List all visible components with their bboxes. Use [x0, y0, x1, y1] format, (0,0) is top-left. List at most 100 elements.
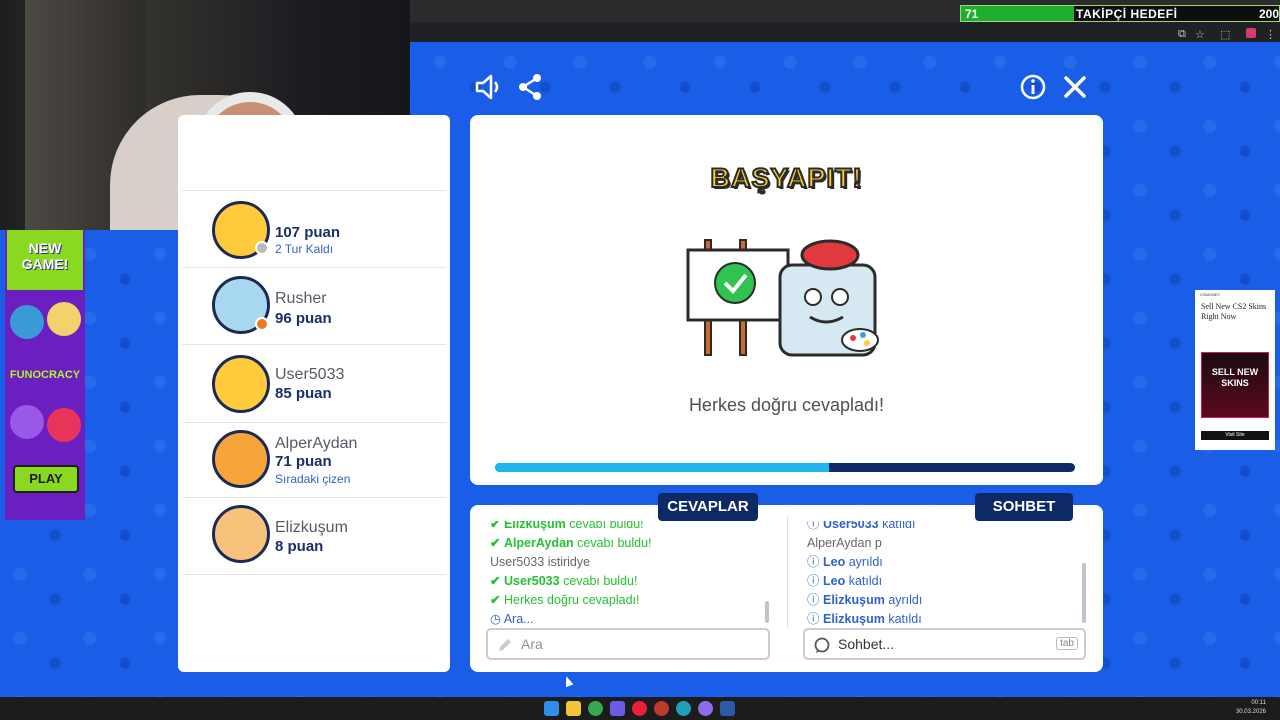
player-name: User5033	[275, 366, 345, 383]
chat-entry: ⓘ Leo katıldı	[807, 574, 883, 588]
chat-bubble-icon	[814, 637, 830, 653]
ad-image: SELL NEW SKINS	[1201, 352, 1269, 418]
chat-entry: ⓘ Elizkuşum ayrıldı	[807, 593, 923, 607]
log-entry: ✔ User5033 cevabı buldu!	[490, 574, 638, 588]
chat-input[interactable]: Sohbet... tab	[803, 628, 1086, 660]
ad-brand: FUNOCRACY	[9, 369, 81, 381]
app-icon[interactable]	[610, 701, 625, 716]
player-row[interactable]: Elizkuşum 8 puan	[182, 499, 446, 575]
chat-entry: ⓘ User5033 katıldı	[807, 517, 916, 531]
browser-icon[interactable]	[654, 701, 669, 716]
player-status-dot	[255, 241, 269, 255]
clock[interactable]: 00:11 30.03.2026	[1236, 699, 1266, 717]
player-avatar	[212, 355, 270, 413]
chat-entry: ⓘ Elizkuşum katıldı	[807, 612, 922, 626]
file-explorer-icon[interactable]	[566, 701, 581, 716]
log-entry: ◷ Ara...	[490, 612, 534, 626]
answer-input[interactable]: Ara	[486, 628, 770, 660]
bookmark-star-icon[interactable]: ☆	[1195, 28, 1205, 41]
player-points: 71 puan	[275, 453, 332, 470]
ad-thumbs-icon	[10, 305, 44, 339]
tab-key-hint: tab	[1056, 637, 1078, 650]
info-icon: ⓘ	[807, 555, 820, 569]
player-points: 107 puan	[275, 224, 341, 241]
info-icon[interactable]	[1018, 72, 1048, 102]
clock-time: 00:11	[1251, 700, 1266, 706]
info-icon: ⓘ	[807, 517, 820, 531]
player-note: 2 Tur Kaldı	[275, 242, 334, 256]
answers-log: ✔ Elizkuşum cevabı buldu! ✔ AlperAydan c…	[490, 517, 652, 629]
player-row[interactable]: Rusher 96 puan	[182, 269, 446, 345]
chrome-icon[interactable]	[588, 701, 603, 716]
chat-tab[interactable]: SOHBET	[975, 493, 1073, 521]
log-entry: User5033 istiridye	[490, 555, 591, 569]
ad-title: Sell New CS2 Skins Right Now	[1201, 302, 1267, 321]
player-row-divider	[182, 190, 446, 191]
player-name: AlperAydan	[275, 435, 358, 452]
chat-scrollbar[interactable]	[1082, 563, 1086, 623]
player-name: Elizkuşum	[275, 519, 348, 536]
chat-entry: ⓘ Leo ayrıldı	[807, 555, 883, 569]
clock-date: 30.03.2026	[1235, 709, 1266, 715]
player-avatar	[212, 505, 270, 563]
result-headline: BAŞYAPIT!	[709, 162, 863, 194]
ad-emoji-icon	[47, 408, 81, 442]
clock-icon: ◷	[490, 612, 501, 626]
check-icon: ✔	[490, 536, 501, 550]
taskbar: 00:11 30.03.2026	[0, 697, 1280, 720]
players-panel: 107 puan 2 Tur Kaldı Rusher 96 puan User…	[178, 115, 450, 672]
check-icon: ✔	[490, 517, 501, 531]
edge-icon[interactable]	[676, 701, 691, 716]
extensions-icon[interactable]: ⬚	[1220, 28, 1230, 41]
player-points: 8 puan	[275, 538, 324, 555]
follow-goal-target: 200	[1258, 7, 1279, 21]
chat-entry: AlperAydan p	[807, 536, 882, 550]
follow-goal-current: 71	[965, 7, 979, 21]
log-entry: ✔ Herkes doğru cevapladı!	[490, 593, 640, 607]
result-card: BAŞYAPIT! Herkes doğru cevapladı!	[470, 115, 1103, 485]
answers-scrollbar[interactable]	[765, 601, 769, 623]
follow-goal-label: TAKİPÇİ HEDEFİ	[1076, 7, 1178, 21]
ad-play-button[interactable]: PLAY	[13, 465, 79, 493]
answers-tab[interactable]: CEVAPLAR	[658, 493, 758, 521]
player-points: 96 puan	[275, 310, 332, 327]
player-row[interactable]: AlperAydan 71 puan Sıradaki çizen	[182, 424, 446, 498]
info-icon: ⓘ	[807, 612, 820, 626]
close-icon[interactable]	[1060, 72, 1090, 102]
chat-log: ⓘ User5033 katıldı AlperAydan p ⓘ Leo ay…	[807, 517, 923, 629]
check-icon: ✔	[490, 593, 501, 607]
round-progress-fill	[495, 463, 832, 472]
speaker-icon[interactable]	[474, 72, 504, 102]
round-progress-bar	[495, 463, 1075, 472]
ad-character-icon	[10, 405, 44, 439]
menu-dots-icon[interactable]: ⋮	[1265, 28, 1276, 41]
ad-visit-button[interactable]: Visit Site	[1201, 431, 1269, 440]
answers-chat-panel: ✔ Elizkuşum cevabı buldu! ✔ AlperAydan c…	[470, 505, 1103, 672]
steam-icon[interactable]	[720, 701, 735, 716]
ad-sponsor: CSMONEY	[1200, 292, 1221, 297]
share-icon[interactable]	[516, 72, 546, 102]
answer-placeholder: Ara	[521, 636, 543, 652]
info-icon: ⓘ	[807, 593, 820, 607]
cast-icon[interactable]: ⧉	[1178, 28, 1186, 41]
log-entry: ✔ Elizkuşum cevabı buldu!	[490, 517, 644, 531]
player-status-dot	[255, 317, 269, 331]
panel-divider	[787, 517, 788, 627]
masterpiece-illustration	[686, 239, 879, 357]
windows-start-icon[interactable]	[544, 701, 559, 716]
check-icon: ✔	[490, 574, 501, 588]
player-points: 85 puan	[275, 385, 332, 402]
profile-avatar[interactable]	[1246, 28, 1256, 38]
status-message: Herkes doğru cevapladı!	[688, 395, 885, 415]
ad-new-game: NEW GAME!	[7, 230, 83, 290]
opera-icon[interactable]	[632, 701, 647, 716]
app-icon[interactable]	[698, 701, 713, 716]
info-icon: ⓘ	[807, 574, 820, 588]
player-avatar	[212, 430, 270, 488]
player-row[interactable]: 107 puan 2 Tur Kaldı	[182, 201, 446, 268]
left-ad-banner[interactable]: NEW GAME! FUNOCRACY PLAY	[5, 230, 85, 520]
player-name: Rusher	[275, 290, 327, 307]
player-row[interactable]: User5033 85 puan	[182, 346, 446, 423]
right-ad-banner[interactable]: CSMONEY Sell New CS2 Skins Right Now SEL…	[1195, 290, 1275, 450]
pencil-icon	[499, 639, 511, 651]
